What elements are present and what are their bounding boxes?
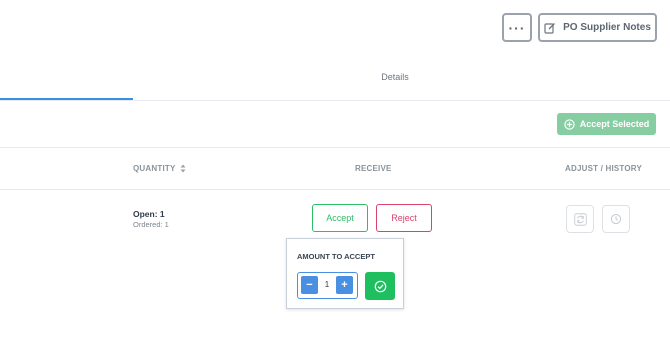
confirm-accept-button[interactable] — [365, 272, 395, 300]
plus-circle-icon — [564, 118, 575, 130]
sort-icon — [180, 164, 185, 173]
check-circle-icon — [374, 280, 386, 292]
tabs-divider — [0, 100, 670, 101]
column-header-receive: RECEIVE — [355, 164, 392, 173]
toolbar-divider — [0, 147, 670, 148]
quantity-open: Open: 1 — [133, 209, 165, 219]
quantity-ordered: Ordered: 1 — [133, 220, 169, 229]
amount-to-accept-popover: AMOUNT TO ACCEPT − 1 + — [286, 238, 404, 309]
adjust-button[interactable] — [566, 205, 594, 233]
column-header-quantity-label: QUANTITY — [133, 164, 176, 173]
more-options-button[interactable]: ··· — [502, 13, 532, 42]
accept-selected-label: Accept Selected — [579, 119, 650, 129]
column-header-quantity[interactable]: QUANTITY — [133, 164, 186, 173]
history-icon — [610, 213, 622, 225]
more-icon: ··· — [508, 19, 526, 36]
po-supplier-notes-button[interactable]: PO Supplier Notes — [538, 13, 657, 42]
reject-button[interactable]: Reject — [376, 204, 432, 232]
edit-icon — [544, 22, 556, 34]
increment-button[interactable]: + — [336, 276, 353, 294]
accept-button[interactable]: Accept — [312, 204, 368, 232]
refresh-icon — [573, 212, 587, 226]
quantity-input[interactable]: 1 — [320, 280, 334, 289]
column-header-adjust-history: ADJUST / HISTORY — [565, 164, 642, 173]
quantity-stepper: − 1 + — [297, 272, 358, 299]
accept-selected-button[interactable]: Accept Selected — [557, 113, 656, 135]
popover-title: AMOUNT TO ACCEPT — [297, 252, 375, 261]
tab-details[interactable]: Details — [373, 72, 417, 82]
decrement-button[interactable]: − — [301, 276, 318, 294]
header-divider — [0, 189, 670, 190]
po-supplier-notes-label: PO Supplier Notes — [563, 22, 651, 33]
history-button[interactable] — [602, 205, 630, 233]
